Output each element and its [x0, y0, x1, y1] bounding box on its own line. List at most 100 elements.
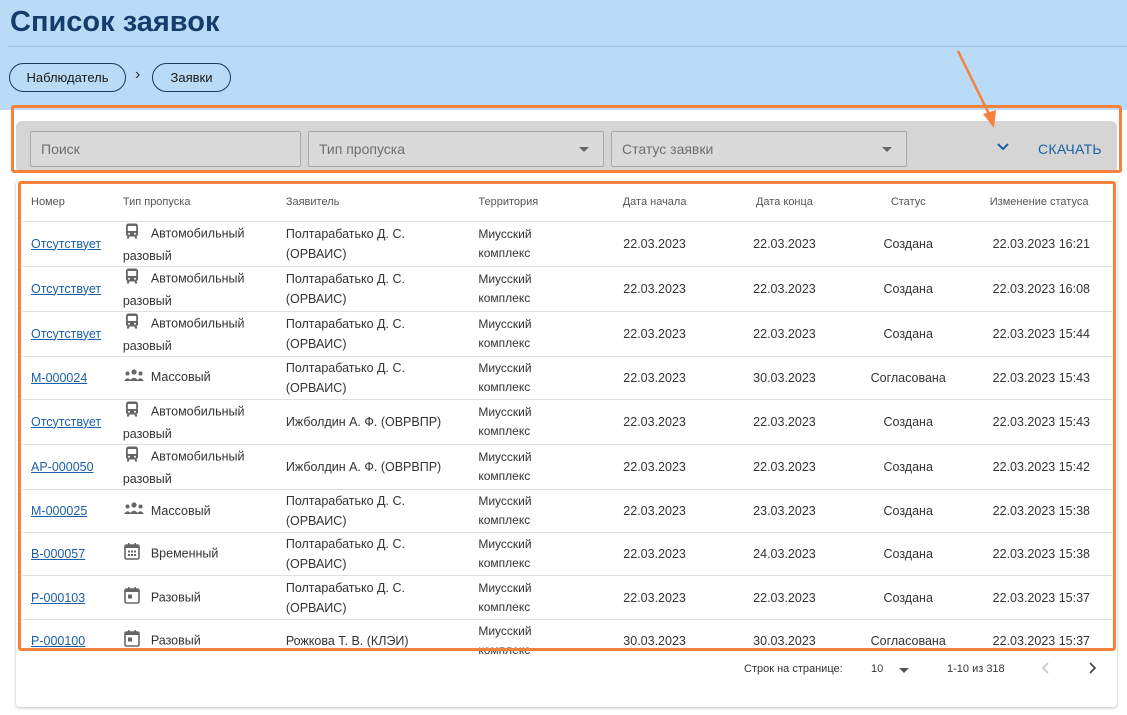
- search-input[interactable]: Поиск: [30, 131, 301, 167]
- chevron-right-icon: [1089, 662, 1097, 674]
- table-row[interactable]: Отсутствует Автомобильный разовый Полтараба…: [22, 266, 1112, 312]
- territory-line-2: комплекс: [478, 335, 531, 350]
- cell-territory: Миусский комплекс: [478, 444, 591, 490]
- cell-applicant: Полтарабатько Д. С. (ОРВАИС): [285, 532, 479, 577]
- expand-filters-button[interactable]: [994, 138, 1012, 156]
- request-status-select[interactable]: Статус заявки: [611, 131, 907, 167]
- cell-number: АР-000050: [22, 444, 123, 490]
- table-row[interactable]: М-000025 Массовый Полтарабатько Д. С. (ОРВА…: [22, 489, 1112, 534]
- cell-number: М-000024: [22, 356, 123, 400]
- rows-per-page-label: Строк на странице:: [744, 663, 843, 675]
- table-row[interactable]: В-000057 Временный Полтарабатько Д. С. (ОРВ…: [22, 532, 1112, 577]
- cell-status-changed: 22.03.2023 15:42: [966, 444, 1112, 490]
- breadcrumb-observer[interactable]: Наблюдатель: [9, 63, 126, 92]
- applicant-name: Ижболдин А. Ф. (ОВРВПР): [285, 414, 442, 429]
- applicant-name: Полтарабатько Д. С.: [285, 316, 405, 331]
- request-number-link[interactable]: Отсутствует: [31, 237, 101, 251]
- pass-type-label-2: разовый: [122, 293, 172, 308]
- request-number-link[interactable]: М-000024: [31, 371, 87, 385]
- cell-start-date: 22.03.2023: [590, 444, 719, 490]
- breadcrumb-requests[interactable]: Заявки: [152, 63, 231, 92]
- cell-territory: Миусский комплекс: [478, 399, 591, 445]
- applicant-name: Полтарабатько Д. С.: [285, 537, 405, 552]
- territory-line-1: Миусский: [478, 271, 532, 286]
- cell-pass-type: Разовый: [122, 575, 286, 620]
- territory-line-2: комплекс: [478, 379, 531, 394]
- request-number-link[interactable]: Р-000103: [31, 591, 85, 605]
- cell-status: Создана: [850, 489, 967, 534]
- pass-type-label: Массовый: [150, 503, 211, 518]
- territory-line-1: Миусский: [478, 624, 532, 639]
- bus-icon: [123, 222, 143, 246]
- col-header-pass-type[interactable]: Тип пропуска: [122, 184, 286, 222]
- cell-territory: Миусский комплекс: [478, 266, 591, 312]
- request-number-link[interactable]: М-000025: [31, 504, 87, 518]
- cell-status: Создана: [850, 311, 967, 357]
- cell-pass-type: Автомобильный разовый: [122, 444, 286, 490]
- cell-end-date: 24.03.2023: [718, 532, 851, 577]
- territory-line-1: Миусский: [478, 537, 532, 552]
- annotation-arrow-icon: [956, 50, 996, 128]
- page-title: Список заявок: [10, 6, 220, 38]
- cell-applicant: Ижболдин А. Ф. (ОВРВПР): [285, 399, 479, 445]
- table-row[interactable]: М-000024 Массовый Полтарабатько Д. С. (ОРВА…: [22, 356, 1112, 400]
- next-page-button[interactable]: [1088, 662, 1097, 677]
- territory-line-2: комплекс: [478, 556, 531, 571]
- prev-page-button[interactable]: [1041, 662, 1050, 677]
- request-number-link[interactable]: Отсутствует: [31, 415, 101, 429]
- table-row[interactable]: Отсутствует Автомобильный разовый Полтараба…: [22, 311, 1112, 357]
- pass-type-label-2: разовый: [122, 426, 172, 441]
- cell-territory: Миусский комплекс: [478, 311, 591, 357]
- cell-end-date: 30.03.2023: [718, 356, 851, 400]
- territory-line-1: Миусский: [478, 316, 532, 331]
- cell-territory: Миусский комплекс: [478, 532, 591, 577]
- cell-status-changed: 22.03.2023 15:38: [966, 489, 1112, 534]
- request-number-link[interactable]: В-000057: [31, 547, 85, 561]
- cell-applicant: Полтарабатько Д. С. (ОРВАИС): [285, 356, 479, 400]
- download-button[interactable]: СКАЧАТЬ: [1038, 141, 1102, 157]
- col-header-status[interactable]: Статус: [850, 184, 967, 222]
- col-header-applicant[interactable]: Заявитель: [285, 184, 479, 222]
- col-header-end-date[interactable]: Дата конца: [718, 184, 851, 222]
- requests-table: Номер Тип пропуска Заявитель Территория …: [22, 184, 1112, 662]
- applicant-name: Полтарабатько Д. С.: [285, 360, 405, 375]
- table-row[interactable]: Р-000103 Разовый Полтарабатько Д. С. (ОРВАИ…: [22, 575, 1112, 620]
- cell-pass-type: Массовый: [122, 356, 286, 400]
- request-number-link[interactable]: АР-000050: [31, 460, 94, 474]
- col-header-status-changed[interactable]: Изменение статуса: [966, 184, 1112, 222]
- territory-line-2: комплекс: [478, 599, 531, 614]
- table-row[interactable]: Отсутствует Автомобильный разовый Ижболдин …: [22, 399, 1112, 445]
- applicant-dept: (ОРВАИС): [285, 246, 347, 261]
- table-row[interactable]: АР-000050 Автомобильный разовый Ижболдин А.…: [22, 444, 1112, 490]
- request-number-link[interactable]: Отсутствует: [31, 282, 101, 296]
- cell-applicant: Ижболдин А. Ф. (ОВРВПР): [285, 444, 479, 490]
- cell-pass-type: Автомобильный разовый: [122, 311, 286, 357]
- col-header-number[interactable]: Номер: [22, 184, 123, 222]
- status-placeholder: Статус заявки: [622, 141, 714, 157]
- territory-line-2: комплекс: [478, 245, 531, 260]
- cell-pass-type: Автомобильный разовый: [122, 266, 286, 312]
- pass-type-label: Автомобильный: [150, 270, 245, 285]
- request-number-link[interactable]: Отсутствует: [31, 327, 101, 341]
- cell-status-changed: 22.03.2023 16:08: [966, 266, 1112, 312]
- applicant-name: Полтарабатько Д. С.: [285, 580, 405, 595]
- cell-status-changed: 22.03.2023 15:38: [966, 532, 1112, 577]
- col-header-territory[interactable]: Территория: [478, 184, 591, 222]
- table-header-row: Номер Тип пропуска Заявитель Территория …: [22, 184, 1112, 222]
- cell-pass-type: Временный: [122, 532, 286, 577]
- cell-status: Создана: [850, 399, 967, 445]
- calendar-range-icon: [123, 542, 143, 566]
- col-header-start-date[interactable]: Дата начала: [590, 184, 719, 222]
- cell-status: Создана: [850, 221, 967, 267]
- cell-number: Отсутствует: [22, 221, 123, 267]
- cell-start-date: 22.03.2023: [590, 266, 719, 312]
- territory-line-1: Миусский: [478, 493, 532, 508]
- cell-status: Согласована: [850, 356, 967, 400]
- table-row[interactable]: Отсутствует Автомобильный разовый Полтараба…: [22, 221, 1112, 267]
- pass-type-select[interactable]: Тип пропуска: [308, 131, 604, 167]
- applicant-name: Ижболдин А. Ф. (ОВРВПР): [285, 459, 442, 474]
- cell-territory: Миусский комплекс: [478, 575, 591, 620]
- cell-applicant: Полтарабатько Д. С. (ОРВАИС): [285, 575, 479, 620]
- cell-end-date: 23.03.2023: [718, 489, 851, 534]
- cell-start-date: 22.03.2023: [590, 399, 719, 445]
